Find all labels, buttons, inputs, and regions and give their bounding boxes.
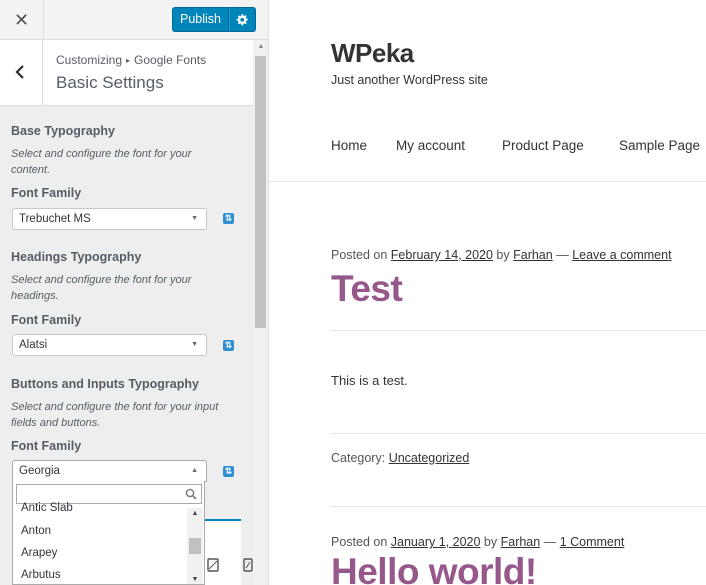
- panel-edge: [205, 519, 241, 585]
- publish-settings-button[interactable]: [229, 7, 256, 32]
- scroll-up-arrow-icon[interactable]: ▲: [187, 510, 203, 517]
- font-variant-toggle-icon[interactable]: ⇅: [223, 340, 234, 351]
- gear-icon: [236, 14, 248, 26]
- base-typography-description: Select and configure the font for your c…: [11, 148, 192, 176]
- dropdown-scrollbar[interactable]: ▲ ▼: [187, 508, 203, 584]
- site-preview: WPeka Just another WordPress site Home M…: [269, 0, 706, 585]
- breadcrumb-separator-icon: ▸: [126, 56, 131, 65]
- post-divider: [331, 506, 706, 507]
- close-customizer-button[interactable]: ✕: [0, 0, 44, 40]
- post-content: This is a test.: [331, 373, 408, 388]
- sidebar-scrollbar-thumb[interactable]: [255, 56, 266, 328]
- dropdown-arrow-icon: ▼: [191, 215, 198, 222]
- section-title: Basic Settings: [56, 73, 164, 92]
- site-title[interactable]: WPeka: [331, 38, 414, 69]
- buttons-inputs-typography-description: Select and configure the font for your i…: [11, 401, 219, 429]
- font-variant-toggle-icon[interactable]: ⇅: [223, 466, 234, 477]
- meta-dash: —: [556, 248, 569, 262]
- post-meta: Posted on January 1, 2020 by Farhan — 1 …: [331, 535, 624, 549]
- by-label: by: [483, 535, 498, 549]
- headings-font-family-value: Alatsi: [19, 339, 48, 351]
- headings-typography-title: Headings Typography: [11, 250, 142, 264]
- nav-item-sample-page[interactable]: Sample Page: [619, 138, 700, 153]
- breadcrumb-panel: Google Fonts: [134, 53, 207, 67]
- customizer-header: ✕ Publish: [0, 0, 268, 40]
- author-link[interactable]: Farhan: [513, 248, 553, 262]
- font-option[interactable]: Arbutus: [21, 569, 61, 581]
- back-button[interactable]: [0, 40, 43, 106]
- post-title[interactable]: Hello world!: [331, 551, 537, 585]
- publish-button[interactable]: Publish: [172, 7, 229, 32]
- sidebar-scrollbar[interactable]: ▲: [253, 40, 268, 585]
- posted-on-label: Posted on: [331, 535, 388, 549]
- chevron-left-icon: [15, 65, 24, 79]
- posted-on-label: Posted on: [331, 248, 388, 262]
- tablet-preview-icon[interactable]: [207, 558, 219, 572]
- post-meta: Posted on February 14, 2020 by Farhan — …: [331, 248, 672, 262]
- font-search-input[interactable]: [16, 484, 202, 504]
- buttons-inputs-typography-title: Buttons and Inputs Typography: [11, 377, 199, 391]
- headings-font-family-select[interactable]: Alatsi ▼: [12, 334, 207, 356]
- post-title[interactable]: Test: [331, 268, 403, 310]
- buttons-font-family-label: Font Family: [11, 439, 82, 453]
- base-font-family-value: Trebuchet MS: [19, 213, 91, 225]
- close-icon: ✕: [13, 10, 30, 30]
- author-link[interactable]: Farhan: [501, 535, 541, 549]
- scroll-down-arrow-icon[interactable]: ▼: [187, 576, 203, 583]
- meta-dash: —: [543, 535, 557, 549]
- post-divider: [331, 330, 706, 331]
- dropdown-arrow-icon: ▼: [191, 341, 198, 348]
- dropdown-scrollbar-thumb[interactable]: [189, 538, 201, 554]
- dropdown-arrow-up-icon: ▲: [191, 467, 198, 474]
- headings-font-family-label: Font Family: [11, 313, 82, 327]
- site-description: Just another WordPress site: [331, 73, 488, 87]
- post-divider: [331, 433, 706, 434]
- nav-item-my-account[interactable]: My account: [396, 138, 465, 153]
- nav-item-home[interactable]: Home: [331, 138, 367, 153]
- base-font-family-label: Font Family: [11, 186, 82, 200]
- font-option[interactable]: Anton: [21, 525, 51, 537]
- comments-link[interactable]: 1 Comment: [560, 535, 625, 549]
- post-date-link[interactable]: February 14, 2020: [391, 248, 493, 262]
- base-font-family-select[interactable]: Trebuchet MS ▼: [12, 208, 207, 230]
- customizer-sidebar: ✕ Publish Customizing ▸ Google Fonts Basic…: [0, 0, 269, 585]
- post-date-link[interactable]: January 1, 2020: [391, 535, 481, 549]
- section-header: Customizing ▸ Google Fonts Basic Settings: [0, 40, 253, 106]
- search-icon: [185, 488, 197, 500]
- category-link[interactable]: Uncategorized: [389, 451, 470, 465]
- post-category: Category: Uncategorized: [331, 451, 469, 465]
- buttons-font-family-select[interactable]: Georgia ▲: [12, 460, 207, 482]
- font-variant-toggle-icon[interactable]: ⇅: [223, 213, 234, 224]
- font-option[interactable]: Antic Slab: [21, 502, 73, 514]
- by-label: by: [496, 248, 510, 262]
- scroll-up-arrow-icon[interactable]: ▲: [253, 43, 268, 50]
- nav-item-product-page[interactable]: Product Page: [502, 138, 584, 153]
- headings-typography-description: Select and configure the font for your h…: [11, 274, 192, 302]
- breadcrumb-parent: Customizing: [56, 53, 123, 67]
- comments-link[interactable]: Leave a comment: [572, 248, 671, 262]
- breadcrumb: Customizing ▸ Google Fonts: [56, 53, 206, 67]
- header-divider: [269, 181, 706, 182]
- base-typography-title: Base Typography: [11, 124, 115, 138]
- font-option[interactable]: Arapey: [21, 547, 57, 559]
- buttons-font-family-value: Georgia: [19, 465, 60, 477]
- font-family-dropdown: Antic Slab Anton Arapey Arbutus ▲ ▼: [12, 481, 205, 585]
- category-label: Category:: [331, 451, 386, 465]
